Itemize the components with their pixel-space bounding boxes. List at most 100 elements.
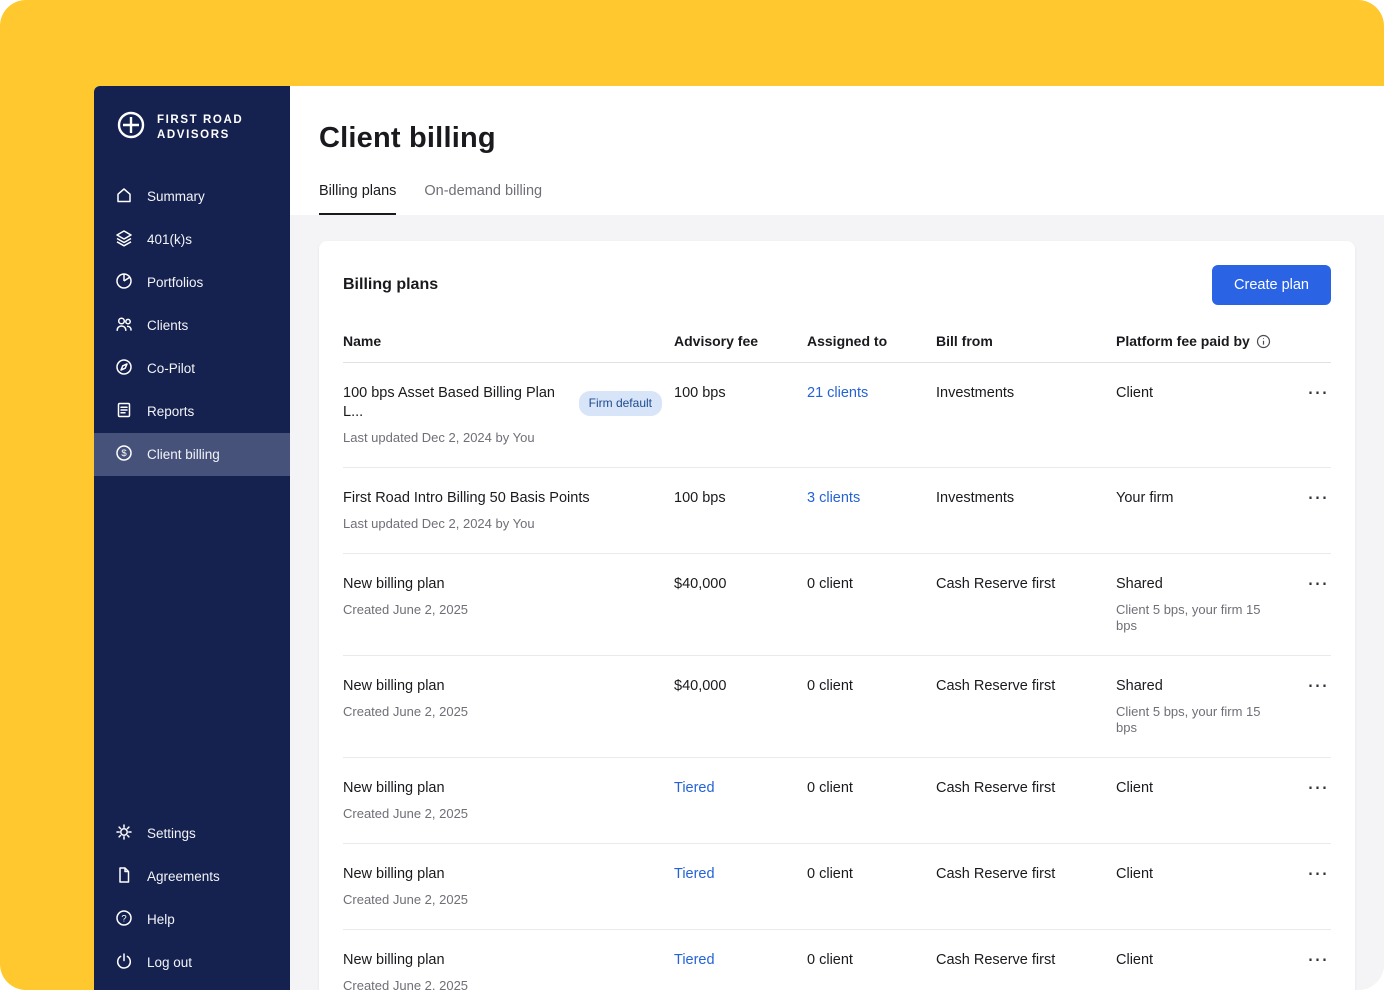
assigned-clients-value: 0 client	[807, 951, 936, 970]
table-row: New billing plan Created June 2, 2025 Ti…	[343, 844, 1331, 930]
platform-fee-value: Client	[1116, 865, 1291, 884]
tab-bar: Billing plans On-demand billing	[319, 183, 1354, 215]
plan-subtitle: Last updated Dec 2, 2024 by You	[343, 430, 662, 446]
sidebar-item-help[interactable]: ? Help	[94, 898, 290, 941]
bill-from-value: Cash Reserve first	[936, 951, 1116, 970]
platform-fee-value: Shared	[1116, 575, 1279, 594]
assigned-clients-value: 0 client	[807, 779, 936, 798]
sidebar-item-logout[interactable]: Log out	[94, 941, 290, 984]
sidebar-item-401ks[interactable]: 401(k)s	[94, 218, 290, 261]
platform-fee-value: Client	[1116, 384, 1291, 403]
table-row: 100 bps Asset Based Billing Plan L... Fi…	[343, 363, 1331, 468]
report-icon	[114, 400, 134, 423]
bill-from-value: Cash Reserve first	[936, 575, 1116, 594]
content-area: Billing plans Create plan Name Advisory …	[290, 215, 1384, 990]
sidebar-item-label: Reports	[147, 404, 194, 419]
assigned-clients-link[interactable]: 3 clients	[807, 489, 936, 508]
document-icon	[114, 865, 134, 888]
table-row: First Road Intro Billing 50 Basis Points…	[343, 468, 1331, 554]
people-icon	[114, 314, 134, 337]
sidebar-item-label: 401(k)s	[147, 232, 192, 247]
advisory-fee-tiered-link[interactable]: Tiered	[674, 951, 807, 970]
sidebar-item-label: Co-Pilot	[147, 361, 195, 376]
main-area: Client billing Billing plans On-demand b…	[290, 86, 1384, 990]
bill-from-value: Investments	[936, 489, 1116, 508]
sidebar-item-client-billing[interactable]: $ Client billing	[94, 433, 290, 476]
row-overflow-menu-icon[interactable]: ⋯	[1305, 384, 1331, 402]
row-overflow-menu-icon[interactable]: ⋯	[1305, 779, 1331, 797]
sidebar: FIRST ROAD ADVISORS Summary	[94, 86, 290, 990]
sidebar-item-label: Agreements	[147, 869, 220, 884]
plan-name: New billing plan	[343, 677, 445, 696]
sidebar-item-label: Clients	[147, 318, 188, 333]
tab-billing-plans[interactable]: Billing plans	[319, 183, 396, 215]
table-row: New billing plan Created June 2, 2025 Ti…	[343, 758, 1331, 844]
column-header-bill-from: Bill from	[936, 333, 1116, 349]
sidebar-item-label: Client billing	[147, 447, 220, 462]
sidebar-item-clients[interactable]: Clients	[94, 304, 290, 347]
row-overflow-menu-icon[interactable]: ⋯	[1305, 575, 1331, 593]
table-row: New billing plan Created June 2, 2025 $4…	[343, 554, 1331, 656]
row-overflow-menu-icon[interactable]: ⋯	[1305, 951, 1331, 969]
home-icon	[114, 185, 134, 208]
advisory-fee-tiered-link[interactable]: Tiered	[674, 779, 807, 798]
assigned-clients-link[interactable]: 21 clients	[807, 384, 936, 403]
plan-name: 100 bps Asset Based Billing Plan L...	[343, 384, 571, 422]
brand-name: FIRST ROAD ADVISORS	[157, 113, 243, 143]
platform-fee-subtitle: Client 5 bps, your firm 15 bps	[1116, 602, 1279, 634]
sidebar-item-copilot[interactable]: Co-Pilot	[94, 347, 290, 390]
sidebar-item-label: Summary	[147, 189, 205, 204]
create-plan-button[interactable]: Create plan	[1212, 265, 1331, 305]
bill-from-value: Cash Reserve first	[936, 677, 1116, 696]
sidebar-item-label: Portfolios	[147, 275, 203, 290]
page-title: Client billing	[319, 122, 1354, 155]
plan-subtitle: Created June 2, 2025	[343, 892, 662, 908]
row-overflow-menu-icon[interactable]: ⋯	[1305, 677, 1331, 695]
sidebar-item-agreements[interactable]: Agreements	[94, 855, 290, 898]
platform-fee-value: Shared	[1116, 677, 1279, 696]
column-header-platform-fee: Platform fee paid by	[1116, 333, 1250, 349]
tab-on-demand-billing[interactable]: On-demand billing	[424, 183, 542, 215]
bill-from-value: Cash Reserve first	[936, 779, 1116, 798]
table-row: New billing plan Created June 2, 2025 Ti…	[343, 930, 1331, 990]
platform-fee-value: Client	[1116, 951, 1291, 970]
column-header-advisory-fee: Advisory fee	[674, 333, 807, 349]
question-circle-icon: ?	[114, 908, 134, 931]
power-icon	[114, 951, 134, 974]
sidebar-footer-nav: Settings Agreements ?	[94, 812, 290, 990]
first-road-logo-icon	[114, 108, 148, 147]
sidebar-item-label: Help	[147, 912, 175, 927]
bill-from-value: Investments	[936, 384, 1116, 403]
sidebar-nav: Summary 401(k)s	[94, 175, 290, 476]
platform-fee-value: Client	[1116, 779, 1291, 798]
row-overflow-menu-icon[interactable]: ⋯	[1305, 489, 1331, 507]
sidebar-item-label: Settings	[147, 826, 196, 841]
plan-name: New billing plan	[343, 865, 445, 884]
compass-icon	[114, 357, 134, 380]
sidebar-item-summary[interactable]: Summary	[94, 175, 290, 218]
plan-name: New billing plan	[343, 951, 445, 970]
advisory-fee-value: 100 bps	[674, 384, 807, 403]
layers-icon	[114, 228, 134, 251]
table-row: New billing plan Created June 2, 2025 $4…	[343, 656, 1331, 758]
billing-plans-card: Billing plans Create plan Name Advisory …	[319, 241, 1355, 990]
sidebar-item-reports[interactable]: Reports	[94, 390, 290, 433]
bill-from-value: Cash Reserve first	[936, 865, 1116, 884]
platform-fee-subtitle: Client 5 bps, your firm 15 bps	[1116, 704, 1279, 736]
platform-fee-value: Your firm	[1116, 489, 1291, 508]
sidebar-item-portfolios[interactable]: Portfolios	[94, 261, 290, 304]
advisory-fee-tiered-link[interactable]: Tiered	[674, 865, 807, 884]
plan-subtitle: Last updated Dec 2, 2024 by You	[343, 516, 662, 532]
plan-subtitle: Created June 2, 2025	[343, 602, 662, 618]
svg-text:$: $	[121, 448, 127, 459]
info-icon[interactable]	[1256, 334, 1271, 349]
pie-chart-icon	[114, 271, 134, 294]
row-overflow-menu-icon[interactable]: ⋯	[1305, 865, 1331, 883]
app-window: FIRST ROAD ADVISORS Summary	[94, 86, 1384, 990]
assigned-clients-value: 0 client	[807, 575, 936, 594]
plan-name: New billing plan	[343, 779, 445, 798]
sidebar-item-settings[interactable]: Settings	[94, 812, 290, 855]
card-title: Billing plans	[343, 276, 438, 294]
column-header-name: Name	[343, 333, 674, 349]
plan-name: New billing plan	[343, 575, 445, 594]
